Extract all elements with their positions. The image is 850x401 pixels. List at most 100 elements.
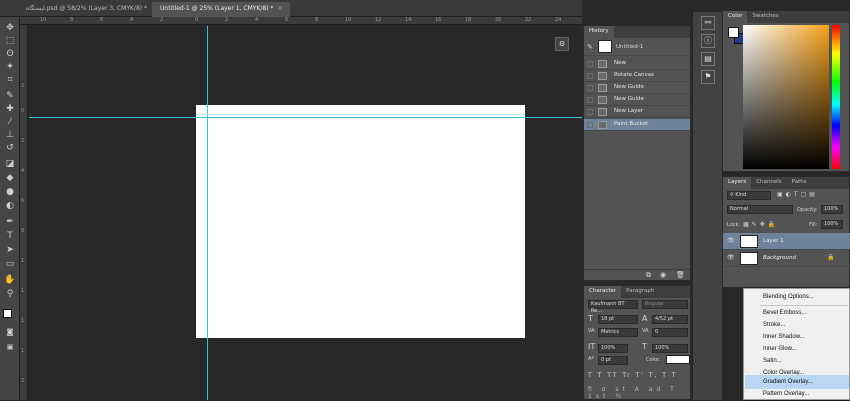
lasso-tool-icon[interactable]: ʘ <box>4 49 16 60</box>
camera-icon[interactable]: ◉ <box>660 271 666 279</box>
horizontal-guide[interactable] <box>29 117 582 118</box>
faux-bold-button[interactable]: T <box>588 372 594 379</box>
healing-tool-icon[interactable]: ✚ <box>4 104 16 115</box>
leading-field[interactable]: 4/52 pt <box>652 315 688 324</box>
font-family-select[interactable]: Kaufmann BT Re... <box>588 300 638 314</box>
tab-color[interactable]: Color <box>723 11 748 23</box>
history-brush-tool-icon[interactable]: ↺ <box>4 143 16 154</box>
zoom-tool-icon[interactable]: ⚲ <box>4 289 16 300</box>
fill-field[interactable]: 100% <box>821 220 843 229</box>
brush-tool-icon[interactable]: ⁄ <box>4 117 16 128</box>
history-source-checkbox[interactable] <box>587 97 593 103</box>
underline-button[interactable]: T <box>662 372 668 379</box>
kerning-field[interactable]: Metrics <box>598 328 638 337</box>
tab-document-2[interactable]: Untitled-1 @ 25% (Layer 1, CMYK/8) * × <box>152 2 291 17</box>
dodge-tool-icon[interactable]: ◐ <box>4 201 16 212</box>
vertical-scale-field[interactable]: 100% <box>598 344 628 353</box>
lock-label: Lock: <box>727 222 741 228</box>
font-size-field[interactable]: 18 pt <box>598 315 638 324</box>
tracking-field[interactable]: 0 <box>652 328 688 337</box>
tab-paragraph[interactable]: Paragraph <box>621 286 659 298</box>
history-state[interactable]: New Layer <box>584 106 690 118</box>
blur-tool-icon[interactable]: ● <box>4 187 16 198</box>
layer-filter-select[interactable]: ⚲ Kind <box>727 191 771 200</box>
tab-paths[interactable]: Paths <box>787 177 812 189</box>
tab-close-icon[interactable]: × <box>277 5 282 12</box>
styles-icon[interactable]: ⚑ <box>701 70 715 84</box>
document-canvas[interactable] <box>196 105 525 338</box>
hand-tool-icon[interactable]: ✋ <box>4 275 16 286</box>
history-state-selected[interactable]: Paint Bucket <box>584 119 690 131</box>
vertical-guide[interactable] <box>207 26 208 400</box>
history-brush-source-icon[interactable]: ✎ <box>587 43 593 51</box>
history-state[interactable]: New Guide <box>584 82 690 94</box>
marquee-tool-icon[interactable]: ⬚ <box>4 36 16 47</box>
eraser-tool-icon[interactable]: ◪ <box>4 159 16 170</box>
superscript-button[interactable]: T' <box>636 372 645 379</box>
history-source-checkbox[interactable] <box>587 109 593 115</box>
history-source-checkbox[interactable] <box>587 73 593 79</box>
quick-mask-icon[interactable]: ◙ <box>4 327 16 338</box>
eye-icon[interactable]: 👁 <box>727 233 735 249</box>
adjustments-icon[interactable]: ▤ <box>701 52 715 66</box>
info-icon[interactable]: ⓘ <box>701 34 715 48</box>
trash-icon[interactable]: 🗑 <box>676 271 685 279</box>
eyedropper-tool-icon[interactable]: ✎ <box>4 91 16 102</box>
stamp-tool-icon[interactable]: ⊥ <box>4 130 16 141</box>
path-select-tool-icon[interactable]: ➤ <box>4 245 16 256</box>
history-state-icon <box>598 84 607 92</box>
history-source-checkbox[interactable] <box>587 85 593 91</box>
history-state[interactable]: New <box>584 58 690 70</box>
font-style-select[interactable]: Regular <box>642 300 688 309</box>
kerning-icon: VA <box>588 328 595 334</box>
text-color-swatch[interactable] <box>666 355 690 364</box>
history-source-checkbox[interactable] <box>587 61 593 67</box>
crop-tool-icon[interactable]: ⌗ <box>4 75 16 86</box>
history-source-checkbox[interactable] <box>587 122 593 128</box>
faux-italic-button[interactable]: T <box>598 372 604 379</box>
workspace-toggle-icon[interactable]: ⚙ <box>555 37 569 51</box>
tab-document-1[interactable]: ایستگاه.psd @ 58/2% (Layer 3, CMYK/8) *× <box>18 2 164 17</box>
paint-bucket-tool-icon[interactable]: ◆ <box>4 173 16 184</box>
menu-item-blending-options[interactable]: Blending Options... <box>745 290 849 304</box>
hue-slider[interactable] <box>832 25 840 169</box>
baseline-shift-field[interactable]: 0 pt <box>598 356 628 365</box>
horizontal-guide-secondary[interactable] <box>196 114 525 115</box>
layer-filter-icons[interactable]: ▣◐T▢▤ <box>777 191 818 198</box>
tab-layers[interactable]: Layers <box>723 177 752 189</box>
foreground-color-swatch[interactable] <box>728 27 739 38</box>
subscript-button[interactable]: T, <box>649 372 659 379</box>
small-caps-button[interactable]: Tr <box>622 372 631 379</box>
menu-item-pattern-overlay[interactable]: Pattern Overlay... <box>745 387 849 401</box>
navigator-icon[interactable]: ⚯ <box>701 16 715 30</box>
tab-channels[interactable]: Channels <box>751 177 786 189</box>
opentype-buttons[interactable]: ﬁ σ st A ad T 1st ½ <box>588 386 688 400</box>
filter-kind-label: Kind <box>735 192 747 198</box>
history-state[interactable]: Rotate Canvas <box>584 70 690 82</box>
horizontal-scale-field[interactable]: 100% <box>652 344 688 353</box>
new-document-from-state-icon[interactable]: ⧉ <box>646 271 651 280</box>
type-tool-icon[interactable]: T <box>4 231 16 242</box>
strikethrough-button[interactable]: T <box>672 372 678 379</box>
magic-wand-tool-icon[interactable]: ✦ <box>4 62 16 73</box>
tab-history[interactable]: History <box>584 26 614 38</box>
blend-mode-select[interactable]: Normal <box>727 205 793 214</box>
tab-swatches[interactable]: Swatches <box>747 11 783 23</box>
move-tool-icon[interactable]: ✥ <box>4 23 16 34</box>
layer-row[interactable]: 👁 Background 🔒 <box>723 250 850 267</box>
screen-mode-icon[interactable]: ▣ <box>4 342 16 353</box>
color-field[interactable] <box>743 25 829 169</box>
all-caps-button[interactable]: TT <box>607 372 618 379</box>
history-snapshot[interactable]: ✎ Untitled-1 <box>584 38 690 56</box>
ruler-tick: 18 <box>465 17 472 23</box>
tab-character[interactable]: Character <box>584 286 622 298</box>
eye-icon[interactable]: 👁 <box>727 250 735 266</box>
opacity-field[interactable]: 100% <box>821 205 843 214</box>
lock-icons[interactable]: ▦✎✥🔒 <box>743 221 778 228</box>
pen-tool-icon[interactable]: ✒ <box>4 217 16 228</box>
history-state[interactable]: New Guide <box>584 94 690 106</box>
foreground-color-swatch[interactable] <box>3 309 12 318</box>
rectangle-tool-icon[interactable]: ▭ <box>4 259 16 270</box>
fill-label: Fill: <box>809 222 818 228</box>
layer-row[interactable]: 👁 Layer 1 <box>723 233 850 250</box>
